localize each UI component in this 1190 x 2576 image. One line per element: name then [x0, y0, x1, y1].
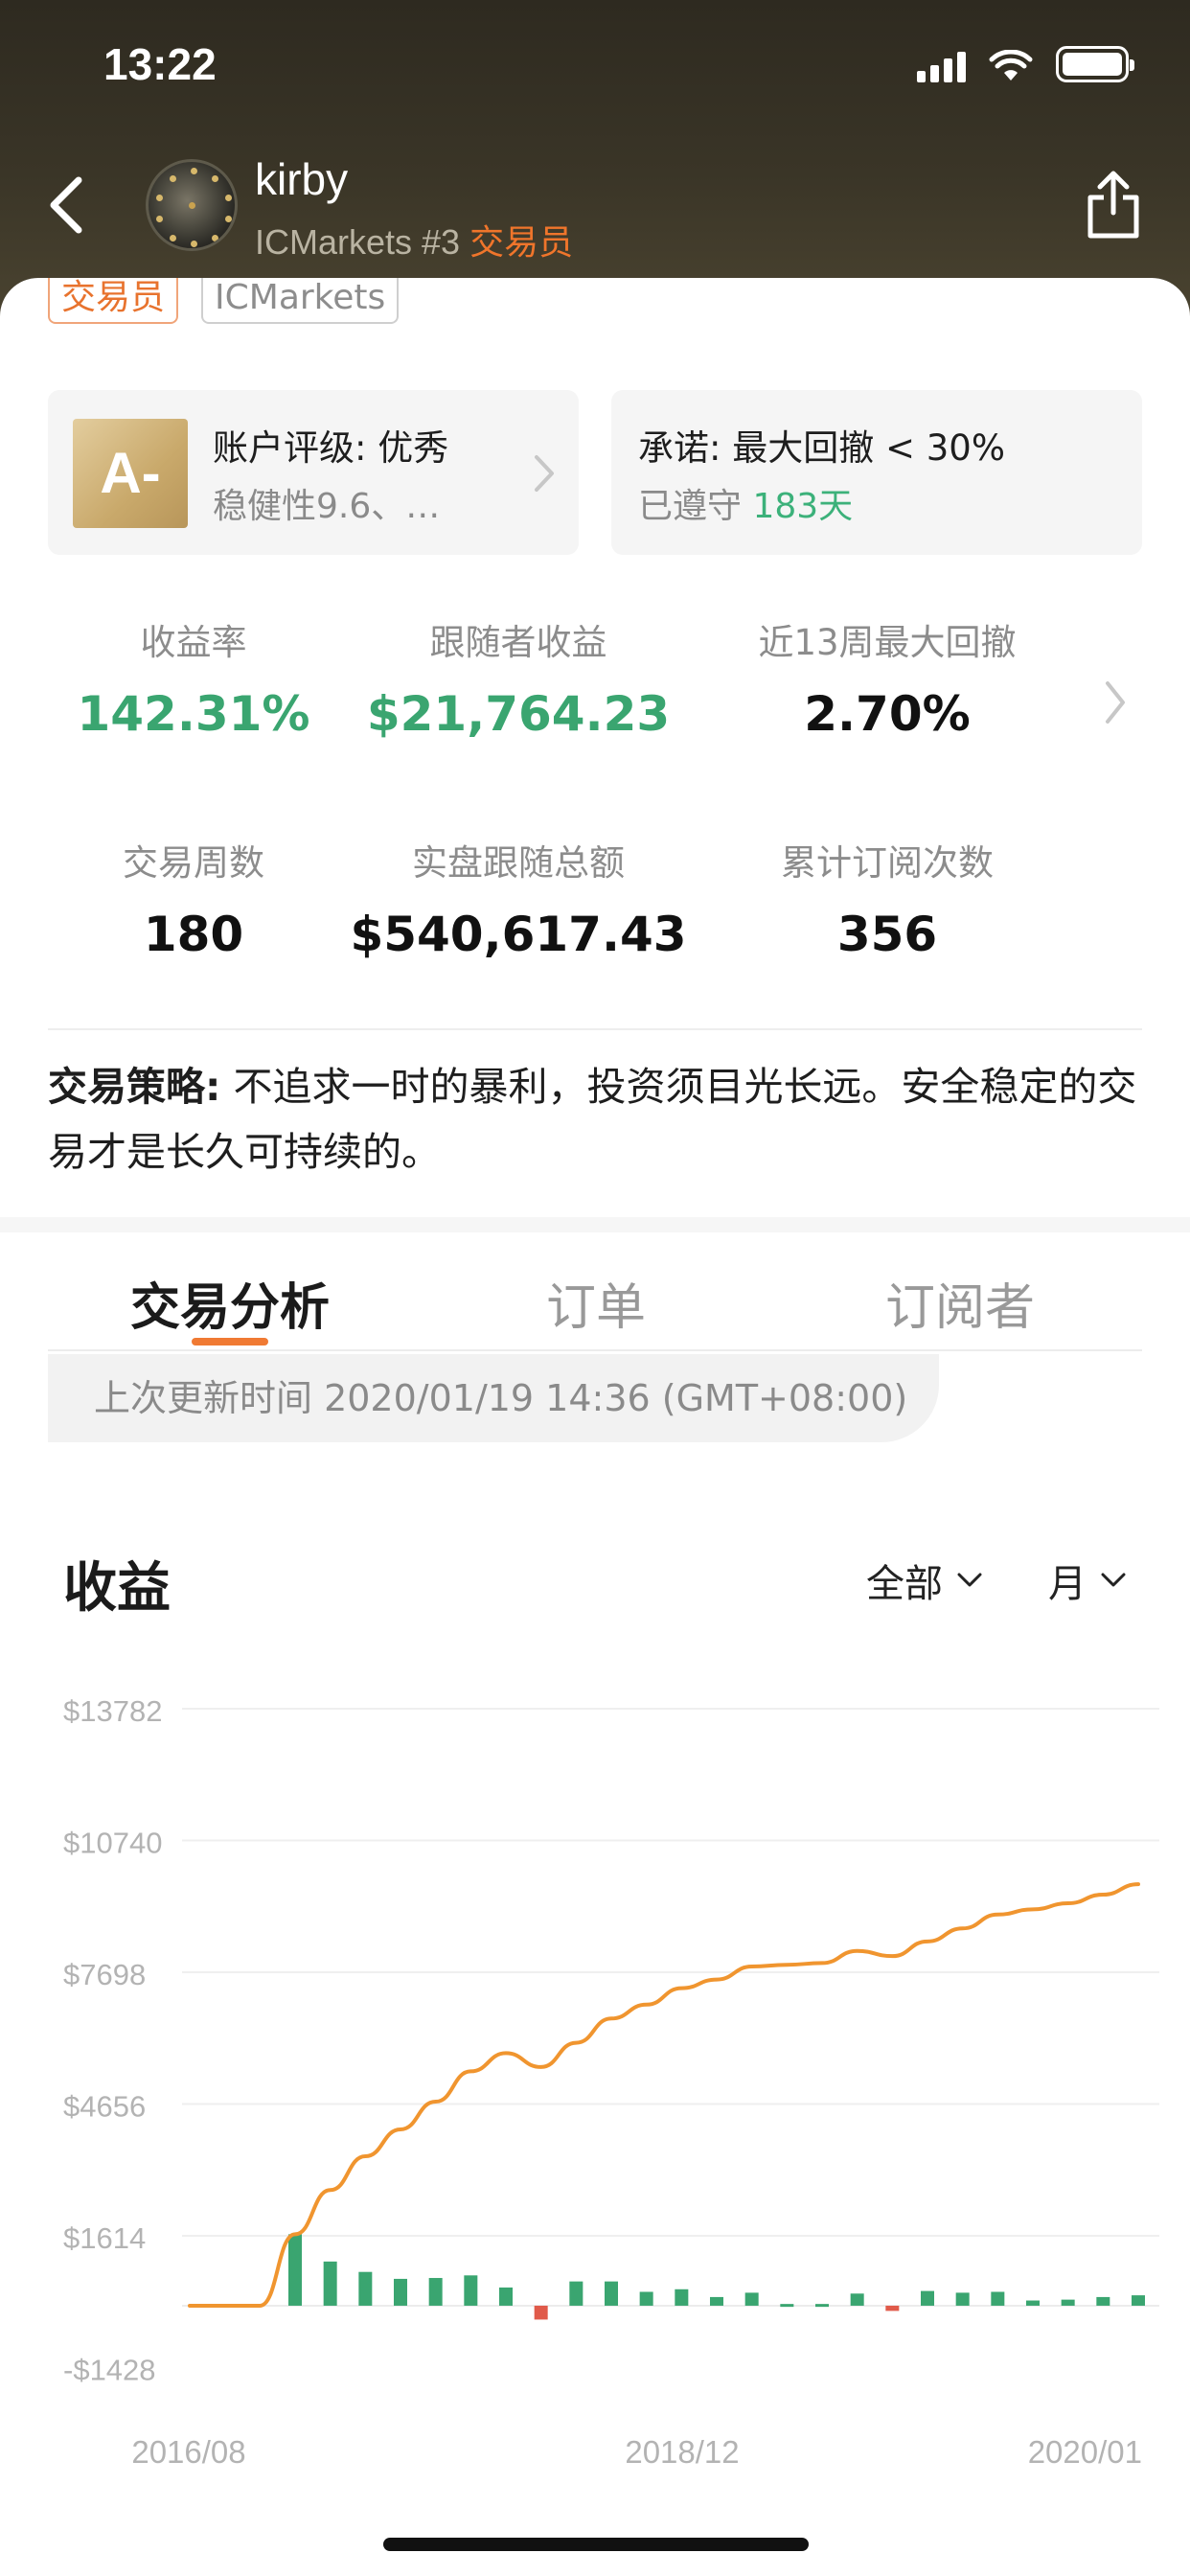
trading-strategy: 交易策略: 不追求一时的暴利，投资须目光长远。安全稳定的交易才是长久可持续的。 [48, 1054, 1150, 1184]
role-tag: 交易员 [48, 278, 179, 324]
active-tab-indicator [192, 1338, 268, 1346]
promise-kept-prefix: 已遵守 [638, 487, 753, 526]
account-rating-box[interactable]: A- 账户评级: 优秀 稳健性9.6、… [48, 390, 579, 555]
tab-trade-analysis[interactable]: 交易分析 [130, 1267, 330, 1339]
stat-label: 跟随者收益 [429, 622, 607, 663]
stat-value: 356 [836, 907, 938, 962]
chevron-right-icon [535, 455, 554, 492]
trader-name: kirby [255, 154, 349, 204]
divider [48, 1028, 1142, 1030]
broker-tag: ICMarkets [201, 278, 400, 324]
stat-value: 180 [143, 907, 244, 962]
promise-title: 承诺: 最大回撤 < 30% [638, 427, 1005, 469]
broker-rank: ICMarkets #3 [255, 222, 461, 262]
period-filter-label: 月 [1048, 1562, 1087, 1606]
chevron-right-icon[interactable] [1100, 676, 1131, 729]
tab-orders[interactable]: 订单 [546, 1267, 646, 1339]
stat-label: 实盘跟随总额 [412, 842, 625, 884]
stat-value: $21,764.23 [366, 686, 671, 742]
share-icon[interactable] [1083, 169, 1144, 242]
stat-label: 交易周数 [123, 842, 264, 884]
stat-item: 交易周数 180 [21, 834, 366, 962]
stat-item: 收益率 142.31% [21, 613, 366, 742]
stat-label: 近13周最大回撤 [758, 622, 1017, 663]
period-filter-dropdown[interactable]: 月 [1048, 1552, 1127, 1608]
promise-kept: 已遵守 183天 [638, 478, 853, 528]
stat-label: 累计订阅次数 [781, 842, 994, 884]
wifi-icon [989, 50, 1033, 80]
stat-item: 近13周最大回撤 2.70% [715, 613, 1060, 742]
stat-value: $540,617.43 [350, 907, 687, 962]
stat-value: 142.31% [77, 686, 310, 742]
stat-value: 2.70% [804, 686, 971, 742]
rating-title: 账户评级: 优秀 [213, 427, 449, 469]
detail-tabs: 交易分析 订单 订阅者 [48, 1246, 1142, 1351]
stat-item: 累计订阅次数 356 [715, 834, 1060, 962]
chevron-down-icon [957, 1573, 982, 1587]
trader-detail-card: 交易员 ICMarkets A- 账户评级: 优秀 稳健性9.6、… 承诺: 最… [0, 278, 1190, 2576]
home-indicator [383, 2538, 809, 2551]
range-filter-dropdown[interactable]: 全部 [866, 1552, 983, 1608]
avatar[interactable] [146, 159, 238, 251]
stat-item: 跟随者收益 $21,764.23 [346, 613, 691, 742]
strategy-label: 交易策略: [48, 1064, 221, 1110]
trader-role: 交易员 [469, 222, 574, 262]
stat-label: 收益率 [140, 622, 247, 663]
trader-header: 13:22 kirby ICMarkets #3 交易员 [0, 0, 1190, 316]
section-separator [0, 1217, 1190, 1232]
rating-grade-badge: A- [73, 419, 188, 528]
rating-subtitle: 稳健性9.6、… [213, 487, 441, 526]
status-time: 13:22 [103, 39, 217, 89]
promise-box[interactable]: 承诺: 最大回撤 < 30% 已遵守 183天 [611, 390, 1142, 555]
trader-subtitle: ICMarkets #3 交易员 [255, 215, 573, 264]
tab-subscribers[interactable]: 订阅者 [885, 1267, 1035, 1339]
battery-icon [1056, 46, 1134, 82]
stat-item: 实盘跟随总额 $540,617.43 [346, 834, 691, 962]
chevron-down-icon [1101, 1573, 1126, 1587]
last-updated-bar: 上次更新时间 2020/01/19 14:36 (GMT+08:00) [48, 1354, 939, 1442]
profit-section-title: 收益 [63, 1557, 171, 1620]
status-icons [917, 44, 1134, 82]
promise-kept-days: 183天 [752, 487, 854, 526]
back-arrow-icon[interactable] [38, 171, 96, 240]
cellular-signal-icon [917, 52, 966, 82]
range-filter-label: 全部 [866, 1562, 943, 1606]
